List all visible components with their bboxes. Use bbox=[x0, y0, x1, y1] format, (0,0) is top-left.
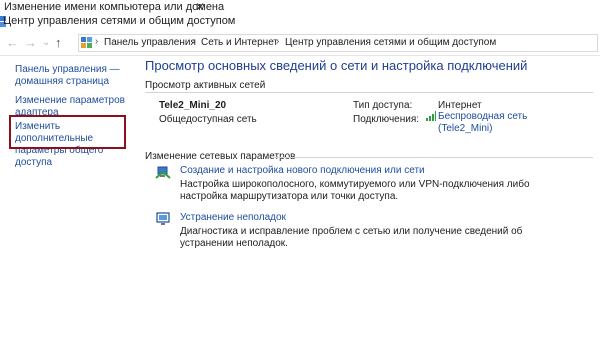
background-window-title: Изменение имени компьютера или домена bbox=[4, 1, 225, 13]
forward-button[interactable]: → bbox=[24, 36, 37, 50]
active-networks-header: Просмотр активных сетей bbox=[145, 80, 266, 91]
page-title: Просмотр основных сведений о сети и наст… bbox=[145, 58, 528, 73]
section-divider bbox=[271, 157, 593, 158]
troubleshoot-icon bbox=[156, 212, 170, 225]
troubleshoot-description: Диагностика и исправление проблем с сеть… bbox=[180, 226, 523, 249]
recent-locations-dropdown[interactable]: ⌄ bbox=[42, 36, 50, 50]
new-connection-description: Настройка широкополосного, коммутируемог… bbox=[180, 179, 530, 202]
connections-label: Подключения: bbox=[353, 114, 420, 125]
control-panel-icon bbox=[81, 37, 92, 48]
breadcrumb-network-internet[interactable]: Сеть и Интернет bbox=[201, 37, 278, 49]
sidebar-item-home[interactable]: Панель управления — домашняя страница bbox=[15, 64, 130, 88]
breadcrumb-control-panel[interactable]: Панель управления bbox=[104, 37, 196, 49]
breadcrumb-network-center[interactable]: Центр управления сетями и общим доступом bbox=[285, 37, 496, 49]
access-type-label: Тип доступа: bbox=[353, 100, 413, 111]
troubleshoot-link[interactable]: Устранение неполадок bbox=[180, 212, 286, 223]
up-button[interactable]: ↑ bbox=[55, 36, 62, 50]
network-name: Tele2_Mini_20 bbox=[159, 100, 227, 111]
new-connection-link[interactable]: Создание и настройка нового подключения … bbox=[180, 165, 425, 176]
back-button[interactable]: ← bbox=[6, 36, 19, 50]
breadcrumb-separator: › bbox=[276, 36, 280, 47]
highlight-box bbox=[9, 115, 126, 149]
breadcrumb-separator: › bbox=[192, 36, 196, 47]
wireless-connection-link[interactable]: Беспроводная сеть (Tele2_Mini) bbox=[438, 111, 558, 135]
new-connection-icon bbox=[155, 166, 171, 179]
breadcrumb-separator: › bbox=[95, 36, 99, 47]
background-window-close-button[interactable]: ✕ bbox=[195, 0, 205, 14]
network-type[interactable]: Общедоступная сеть bbox=[159, 114, 257, 125]
wireless-signal-icon bbox=[426, 111, 436, 121]
window-title: Центр управления сетями и общим доступом bbox=[3, 15, 236, 27]
section-divider bbox=[145, 92, 593, 93]
access-type-value: Интернет bbox=[438, 100, 482, 111]
